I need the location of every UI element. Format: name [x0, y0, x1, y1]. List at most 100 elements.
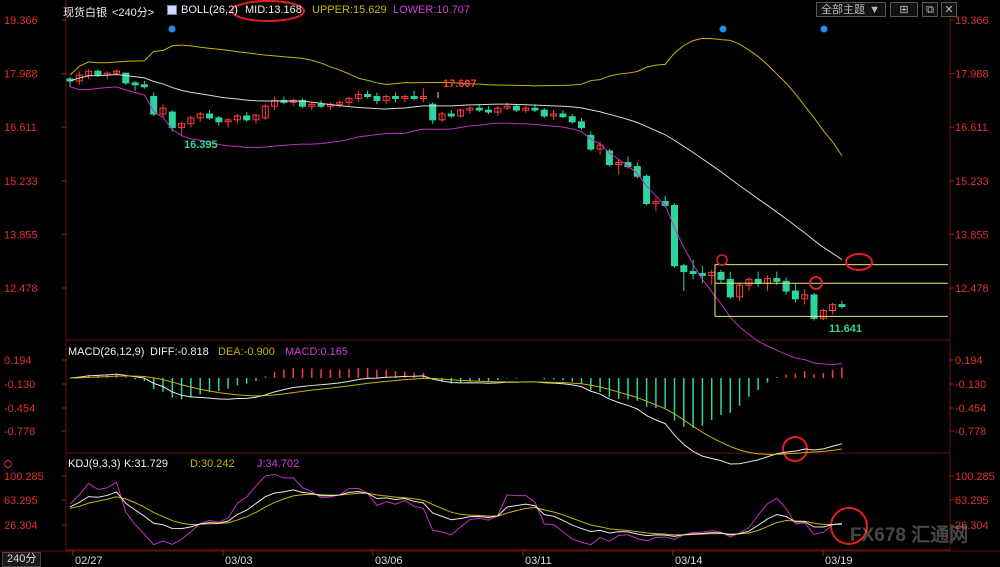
- price-ytick-right: 15.233: [955, 176, 989, 188]
- theme-dropdown[interactable]: 全部主题 ▼: [816, 2, 886, 17]
- boll-mid-line: [69, 73, 843, 260]
- event-dot: [719, 25, 727, 33]
- x-date-label: 03/11: [525, 555, 552, 567]
- boll-indicator-label: BOLL(26,2): [181, 4, 238, 16]
- price-ytick-right: 16.611: [955, 122, 988, 134]
- candle: [243, 115, 251, 121]
- price-ytick-left: 15.233: [4, 176, 38, 188]
- macd-ytick-right: 0.194: [955, 355, 983, 367]
- price-ytick-left: 16.611: [4, 122, 37, 134]
- boll-upper-value: UPPER:15.629: [312, 4, 387, 16]
- low-price-label: 11.641: [829, 323, 862, 335]
- candle: [447, 113, 455, 117]
- price-ytick-right: 12.478: [955, 283, 989, 295]
- kdj-ytick-right: 63.295: [955, 495, 989, 507]
- candle: [122, 72, 130, 84]
- macd-ytick-right: -0.778: [955, 426, 986, 438]
- price-ytick-left: 19.366: [4, 15, 38, 27]
- kdj-ytick-left: 100.285: [4, 471, 44, 483]
- x-date-label: 02/27: [75, 555, 103, 567]
- kdj-ytick-left: 63.295: [4, 495, 38, 507]
- price-ytick-right: 13.855: [955, 229, 989, 241]
- boll-lower-line: [69, 86, 842, 366]
- candle: [559, 113, 567, 118]
- candle: [392, 95, 399, 99]
- boll-lower-value: LOWER:10.707: [393, 4, 471, 16]
- macd-macd-value: MACD:0.165: [285, 346, 348, 358]
- high-price-label: 17.607: [443, 78, 477, 90]
- candle: [429, 103, 437, 121]
- low-price-label: 16.395: [184, 139, 218, 151]
- event-dot: [168, 25, 176, 33]
- candle: [206, 113, 213, 119]
- candle: [475, 107, 483, 111]
- candle: [215, 117, 223, 123]
- x-date-label: 03/06: [375, 555, 403, 567]
- candle: [689, 271, 697, 275]
- macd-ytick-left: 0.194: [4, 355, 32, 367]
- candle: [717, 271, 725, 280]
- macd-ytick-left: -0.778: [4, 426, 35, 438]
- x-date-label: 03/14: [675, 555, 703, 567]
- indicator-settings-icon[interactable]: [167, 5, 177, 15]
- watermark: FX678 汇通网: [850, 525, 969, 546]
- chart-canvas[interactable]: 19.366 19.366 17.988 17.988 16.611 16.611 15.2…: [0, 0, 1000, 567]
- close-icon[interactable]: ✕: [941, 2, 957, 17]
- candle: [680, 265, 688, 273]
- candle: [485, 109, 492, 113]
- x-date-label: 03/19: [825, 555, 853, 567]
- period-label[interactable]: <240分>: [112, 4, 154, 20]
- macd-ytick-left: -0.454: [4, 403, 35, 415]
- grid-layout-icon[interactable]: ⊞: [890, 2, 918, 17]
- candle: [838, 304, 846, 308]
- chevron-down-icon: ▼: [869, 4, 880, 16]
- candle: [773, 278, 781, 282]
- candle: [671, 204, 678, 267]
- candle: [531, 107, 539, 111]
- candle: [364, 94, 372, 97]
- candle: [140, 84, 148, 88]
- candle: [373, 95, 381, 101]
- candle: [578, 121, 585, 129]
- kdj-ytick-left: 26.304: [4, 520, 38, 532]
- kdj-k-value: K:31.729: [124, 458, 169, 470]
- kdj-title: KDJ(9,3,3): [68, 458, 121, 470]
- kdj-panel-icon[interactable]: [4, 460, 12, 468]
- candle: [540, 109, 548, 117]
- price-ytick-right: 19.366: [955, 15, 989, 27]
- event-dot: [820, 25, 828, 33]
- price-ytick-left: 13.855: [4, 229, 38, 241]
- macd-diff-value: DIFF:-0.818: [150, 346, 209, 358]
- macd-title: MACD(26,12,9): [68, 346, 145, 358]
- candle: [512, 105, 520, 111]
- macd-dea-line: [69, 375, 842, 455]
- price-ytick-left: 12.478: [4, 283, 38, 295]
- period-selector[interactable]: 240分: [2, 552, 42, 567]
- boll-mid-value: MID:13.168: [245, 4, 302, 16]
- candle: [791, 290, 799, 300]
- candle: [754, 278, 762, 284]
- restore-icon[interactable]: ⧉: [922, 2, 938, 17]
- macd-dea-value: DEA:-0.900: [218, 346, 275, 358]
- price-ytick-right: 17.988: [955, 69, 989, 81]
- annotation-circle: [845, 253, 873, 271]
- candle: [568, 116, 576, 123]
- macd-ytick-left: -0.130: [4, 379, 35, 391]
- macd-ytick-right: -0.454: [955, 403, 986, 415]
- candle: [94, 70, 102, 76]
- kdj-j-value: J:34.702: [257, 458, 300, 470]
- candle: [317, 103, 325, 107]
- kdj-d-line: [69, 492, 842, 536]
- price-ytick-left: 17.988: [4, 69, 38, 81]
- candle: [410, 95, 418, 99]
- candle: [726, 278, 734, 298]
- symbol-title: 现货白银: [63, 7, 107, 19]
- macd-diff-line: [69, 373, 843, 465]
- kdj-ytick-right: 100.285: [955, 471, 995, 483]
- kdj-d-value: D:30.242: [190, 458, 235, 470]
- x-date-label: 03/03: [225, 555, 253, 567]
- annotation-circle: [716, 254, 728, 266]
- candle: [168, 111, 176, 129]
- candle: [131, 82, 139, 86]
- macd-ytick-right: -0.130: [955, 379, 986, 391]
